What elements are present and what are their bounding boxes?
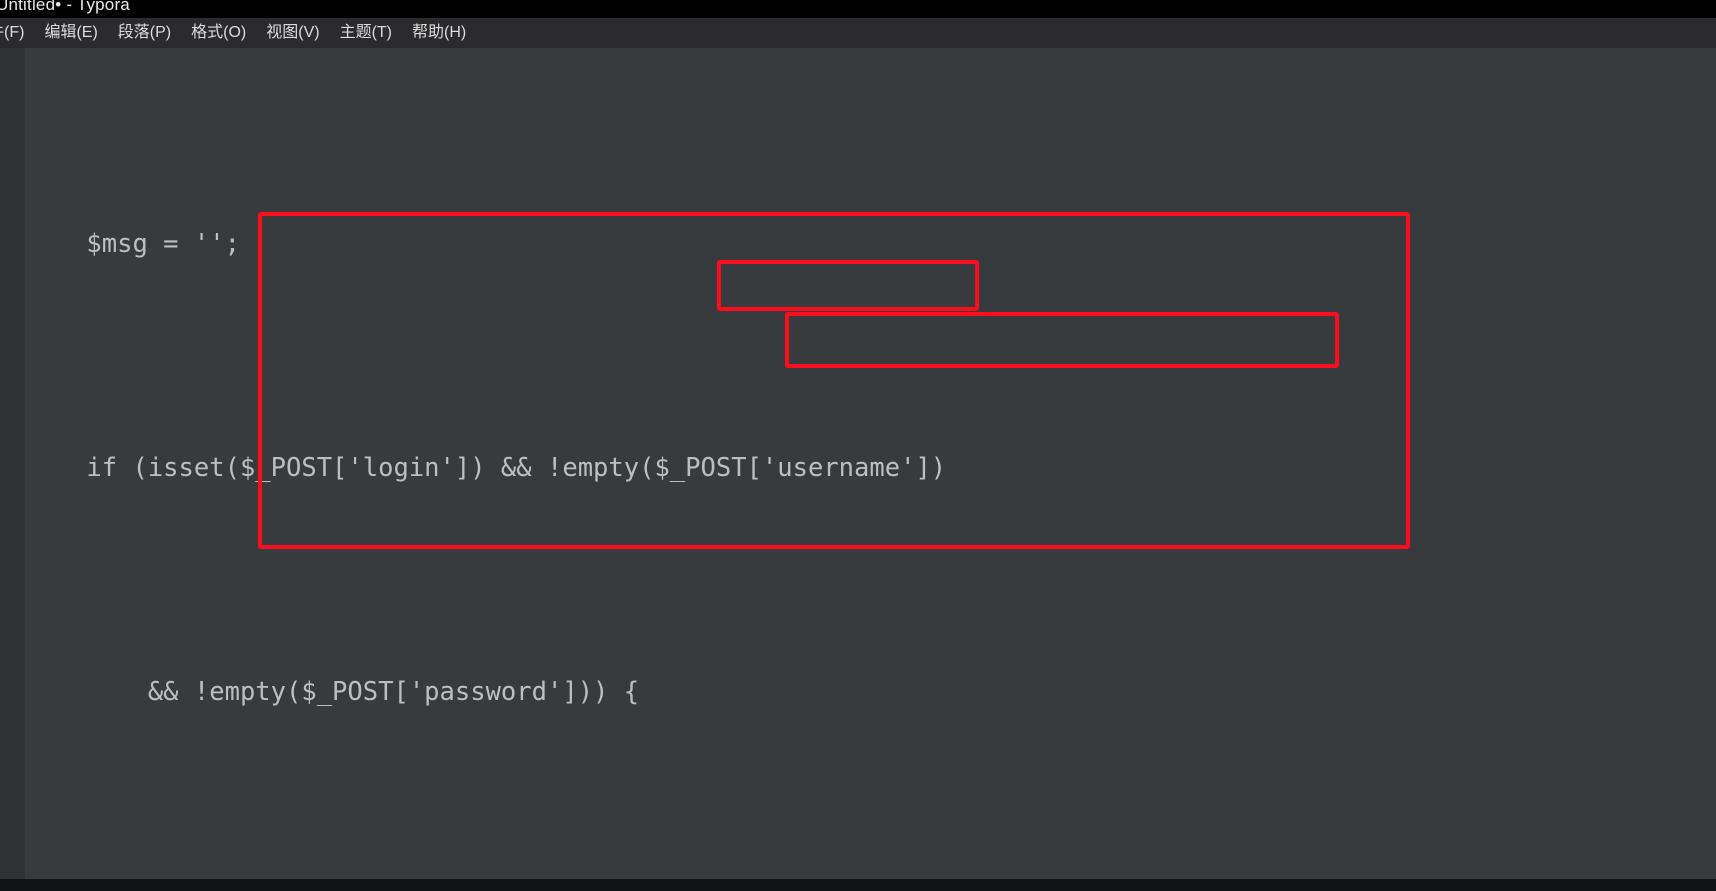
code-text: && !empty($_POST['password'])) { [147, 677, 640, 707]
code-line-2[interactable]: if (isset($_POST['login']) && !empty($_P… [25, 440, 1716, 496]
php-code-block[interactable]: $msg = ''; if (isset($_POST['login']) &&… [25, 48, 1716, 891]
document-content-area[interactable]: $msg = ''; if (isset($_POST['login']) &&… [25, 48, 1716, 891]
menu-paragraph[interactable]: 段落(P) [108, 18, 181, 48]
code-text: $msg = ''; [86, 229, 240, 259]
menu-theme[interactable]: 主题(T) [330, 18, 402, 48]
menu-edit[interactable]: 编辑(E) [34, 18, 107, 48]
left-gutter-strip [0, 48, 25, 891]
code-line-1[interactable]: $msg = ''; [25, 216, 1716, 272]
code-line-3[interactable]: && !empty($_POST['password'])) { [25, 664, 1716, 720]
menu-help[interactable]: 帮助(H) [402, 18, 476, 48]
editor-shell: $msg = ''; if (isset($_POST['login']) &&… [0, 48, 1716, 891]
bottom-status-strip [0, 879, 1716, 891]
title-bar: Untitled• - Typora [0, 0, 1716, 18]
code-text: if (isset($_POST['login']) && !empty($_P… [86, 453, 947, 483]
menu-file[interactable]: 件(F) [0, 18, 34, 48]
menu-view[interactable]: 视图(V) [256, 18, 329, 48]
window-title: Untitled• - Typora [0, 0, 130, 14]
menu-format[interactable]: 格式(O) [181, 18, 256, 48]
menu-bar: 件(F) 编辑(E) 段落(P) 格式(O) 视图(V) 主题(T) 帮助(H) [0, 18, 1716, 48]
typora-window: Untitled• - Typora 件(F) 编辑(E) 段落(P) 格式(O… [0, 0, 1716, 891]
